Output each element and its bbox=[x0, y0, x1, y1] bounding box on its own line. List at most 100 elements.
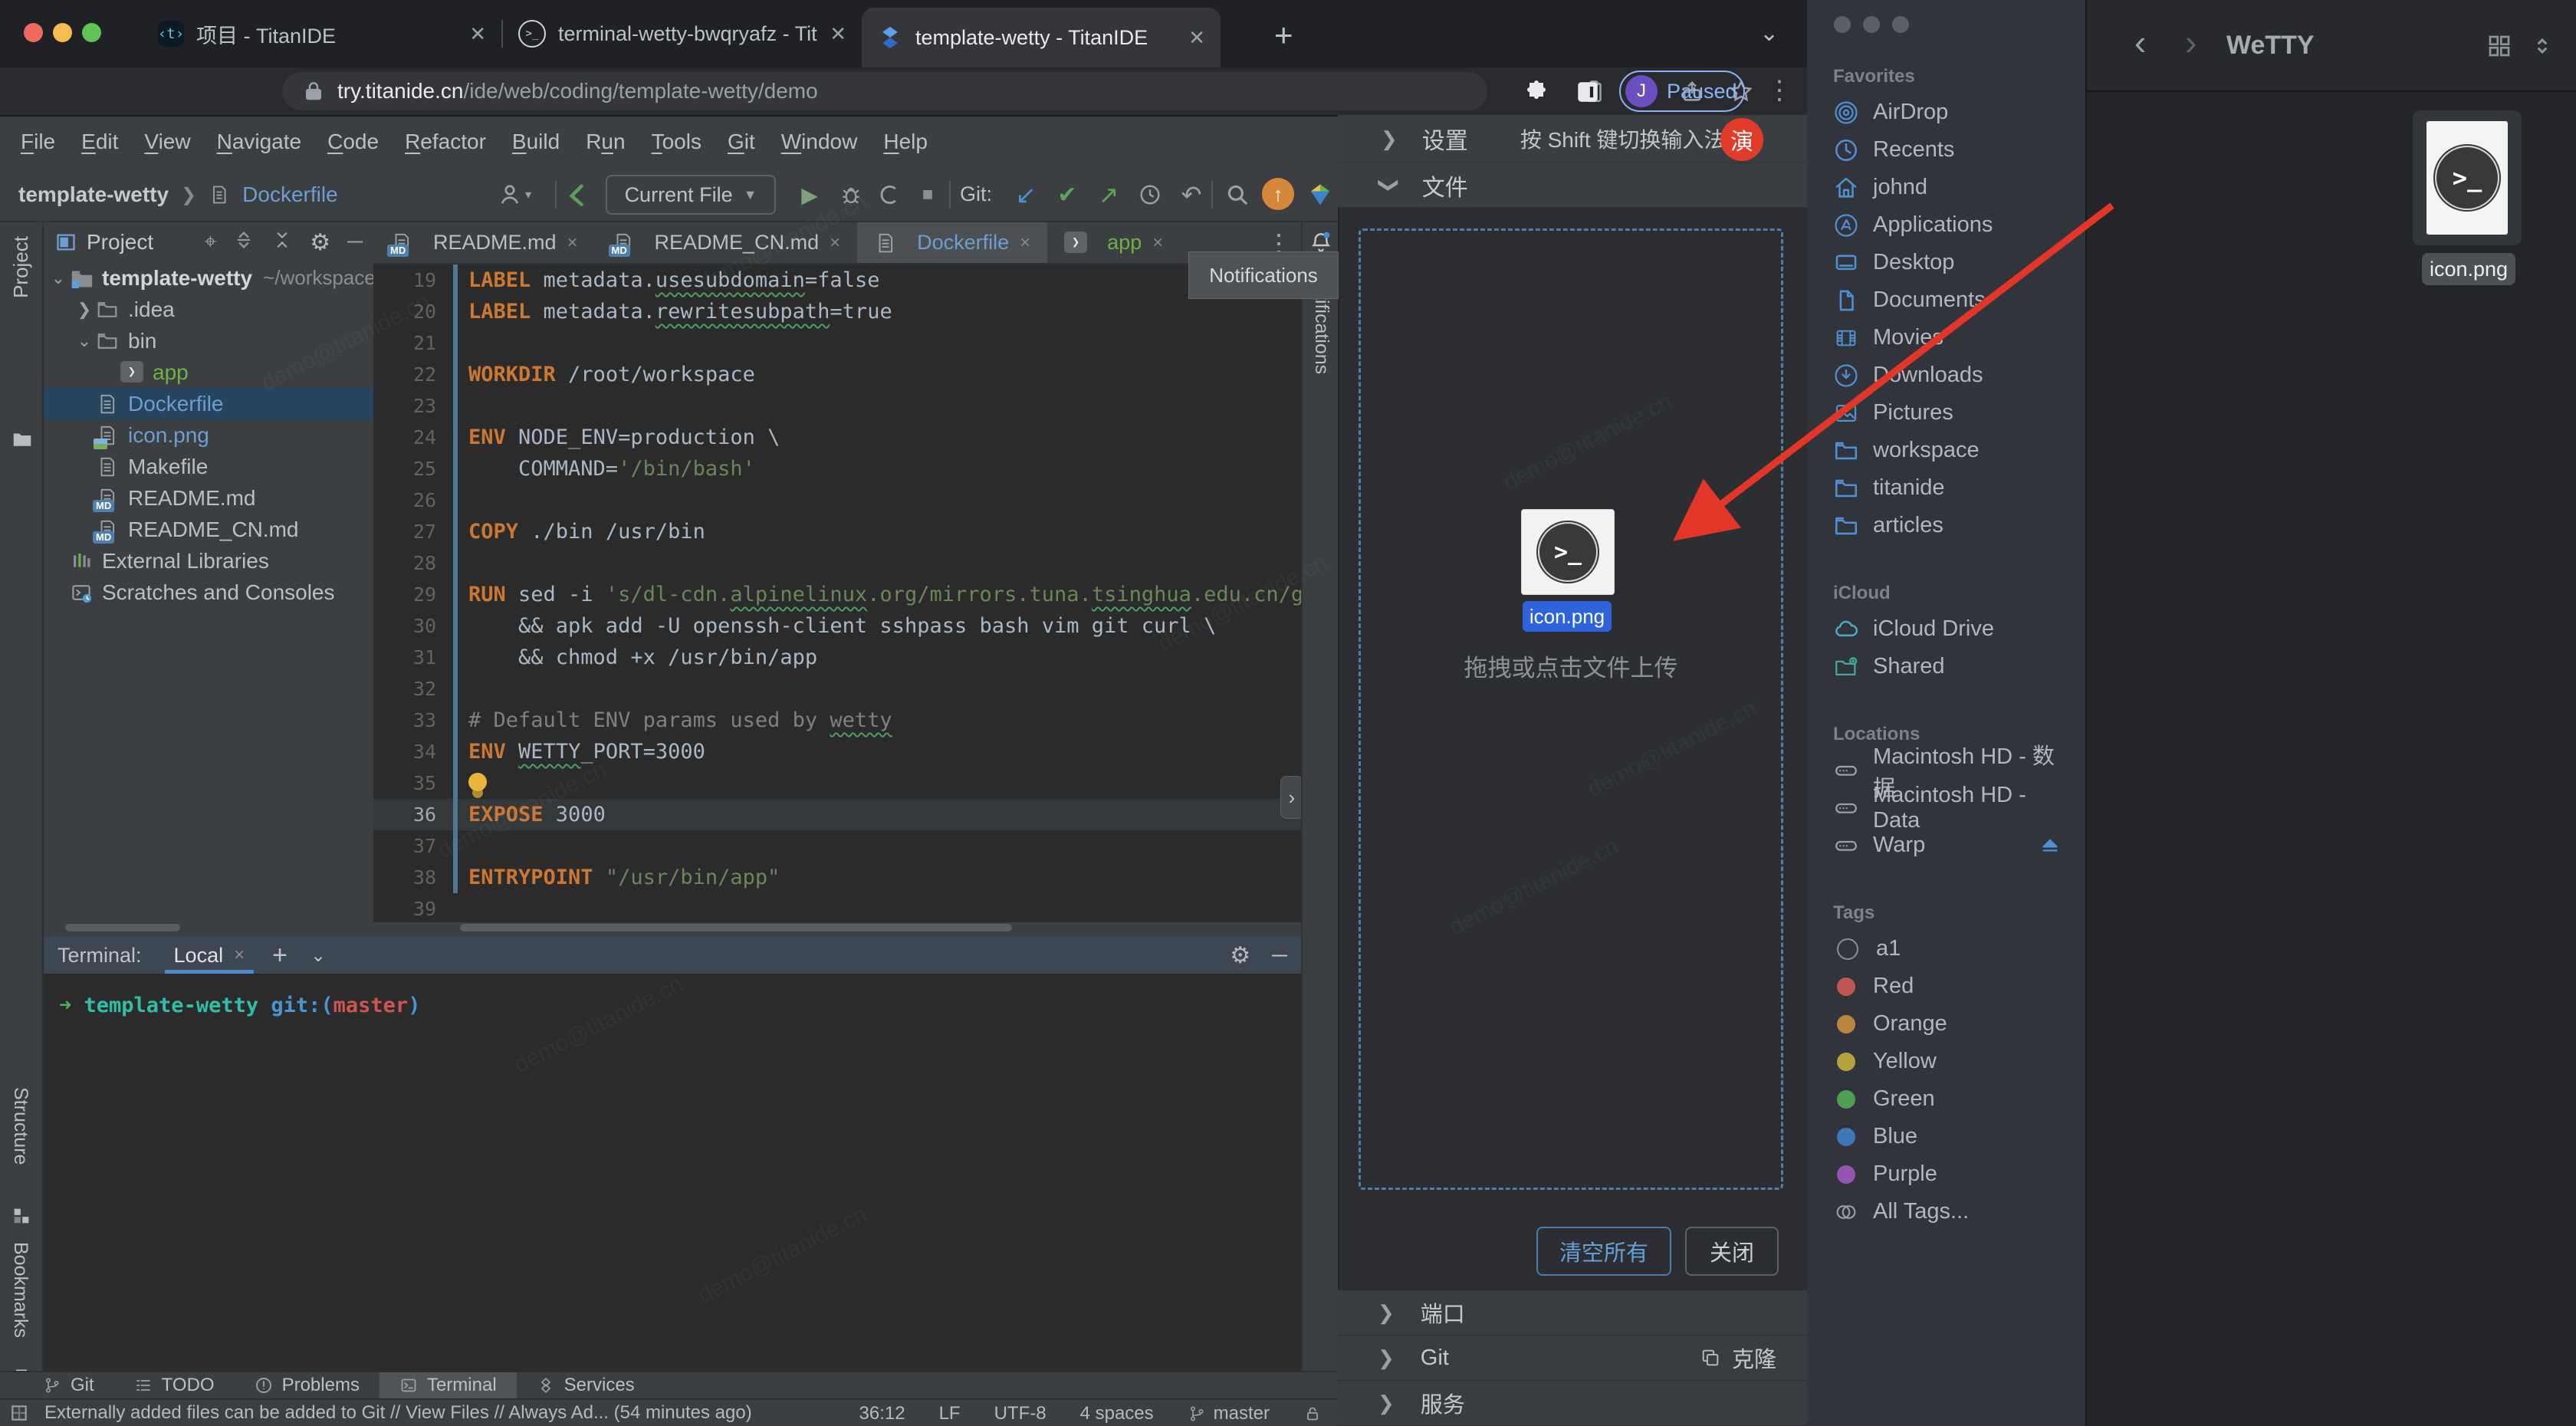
tree-item-scratches-and-consoles[interactable]: Scratches and Consoles bbox=[44, 577, 373, 608]
breadcrumb-project[interactable]: template-wetty bbox=[18, 182, 169, 207]
code-line-33[interactable]: 33# Default ENV params used by wetty bbox=[373, 705, 1301, 736]
close-icon[interactable]: × bbox=[234, 945, 245, 966]
code-line-26[interactable]: 26 bbox=[373, 485, 1301, 516]
menu-code[interactable]: Code bbox=[314, 130, 392, 154]
toolwindow-services[interactable]: Services bbox=[517, 1372, 655, 1398]
window-close-button[interactable] bbox=[24, 23, 43, 42]
tree-item-readme-md[interactable]: MDREADME.md bbox=[44, 482, 373, 514]
sidebar-item-purple[interactable]: Purple bbox=[1833, 1155, 2071, 1193]
tree-item-dockerfile[interactable]: Dockerfile bbox=[44, 388, 373, 419]
file-upload-dropzone[interactable] bbox=[1359, 228, 1783, 1190]
code-line-32[interactable]: 32 bbox=[373, 673, 1301, 705]
toolwindow-git[interactable]: Git bbox=[23, 1372, 114, 1398]
code-line-25[interactable]: 25 COMMAND='/bin/bash' bbox=[373, 453, 1301, 485]
tab-close-icon[interactable]: ✕ bbox=[830, 22, 846, 46]
uploaded-file-thumbnail[interactable]: >_ bbox=[1521, 509, 1615, 595]
sidebar-item-orange[interactable]: Orange bbox=[1833, 1005, 2071, 1043]
tab-close-icon[interactable]: ✕ bbox=[1188, 26, 1205, 50]
menu-window[interactable]: Window bbox=[768, 130, 871, 154]
sidebar-item-desktop[interactable]: Desktop bbox=[1833, 244, 2071, 281]
menu-git[interactable]: Git bbox=[715, 130, 768, 154]
status-line-separator[interactable]: LF bbox=[939, 1403, 961, 1424]
menu-file[interactable]: File bbox=[8, 130, 68, 154]
settings-gear-icon[interactable]: ⚙ bbox=[310, 229, 330, 256]
tree-item-app[interactable]: ❯app bbox=[44, 356, 373, 388]
clear-all-button[interactable]: 清空所有 bbox=[1536, 1227, 1671, 1276]
tree-item-icon-png[interactable]: icon.png bbox=[44, 419, 373, 451]
editor-tab-app[interactable]: ❯app× bbox=[1047, 222, 1180, 263]
sidebar-item-icloud-drive[interactable]: iCloud Drive bbox=[1833, 610, 2071, 648]
tree-chevron-icon[interactable]: ❯ bbox=[73, 300, 96, 320]
hide-panel-icon[interactable]: ─ bbox=[347, 229, 363, 256]
panel-expander-chevron[interactable]: › bbox=[1280, 776, 1303, 819]
section-服务[interactable]: ❯服务 bbox=[1338, 1380, 1807, 1425]
status-git-branch[interactable]: master bbox=[1188, 1403, 1270, 1424]
code-line-35[interactable]: 35 bbox=[373, 767, 1301, 799]
editor-tab-readme-cn-md[interactable]: MDREADME_CN.md× bbox=[595, 222, 858, 263]
finder-close-button[interactable] bbox=[1834, 16, 1851, 33]
clone-button[interactable]: 克隆 bbox=[1700, 1342, 1776, 1374]
sidebar-item-documents[interactable]: Documents bbox=[1833, 281, 2071, 319]
editor-hscrollbar[interactable] bbox=[460, 924, 1012, 932]
sidebar-item-a1[interactable]: a1 bbox=[1833, 930, 2071, 968]
sidebar-item-shared[interactable]: Shared bbox=[1833, 648, 2071, 685]
toolwindow-todo[interactable]: TODO bbox=[114, 1372, 235, 1398]
tab-close-icon[interactable]: × bbox=[1152, 232, 1163, 254]
green-back-arrow-icon[interactable] bbox=[561, 178, 595, 212]
collapse-all-icon[interactable] bbox=[271, 229, 293, 251]
tree-item-template-wetty[interactable]: ⌄template-wetty~/workspace bbox=[44, 262, 373, 294]
finder-back-icon[interactable]: ‹ bbox=[2134, 21, 2146, 63]
sidebar-item-warp[interactable]: Warp bbox=[1833, 826, 2071, 864]
project-folder-icon[interactable] bbox=[10, 428, 34, 451]
profiler-icon[interactable] bbox=[872, 178, 906, 212]
finder-minimize-button[interactable] bbox=[1863, 16, 1880, 33]
update-available-icon[interactable]: ↑ bbox=[1262, 178, 1294, 210]
code-line-30[interactable]: 30 && apk add -U openssh-client sshpass … bbox=[373, 610, 1301, 642]
locate-icon[interactable]: ⌖ bbox=[204, 229, 216, 256]
sidebar-item-pictures[interactable]: Pictures bbox=[1833, 394, 2071, 432]
tab-search-chevron-icon[interactable]: ⌄ bbox=[1760, 20, 1779, 47]
sidebar-item-yellow[interactable]: Yellow bbox=[1833, 1043, 2071, 1080]
tree-chevron-icon[interactable]: ⌄ bbox=[73, 331, 96, 351]
toolwindow-terminal[interactable]: Terminal bbox=[380, 1372, 517, 1398]
code-line-38[interactable]: 38ENTRYPOINT "/usr/bin/app" bbox=[373, 862, 1301, 893]
sidebar-item-titanide[interactable]: titanide bbox=[1833, 469, 2071, 507]
window-zoom-button[interactable] bbox=[82, 23, 101, 42]
finder-zoom-button[interactable] bbox=[1892, 16, 1909, 33]
menu-build[interactable]: Build bbox=[499, 130, 573, 154]
code-line-28[interactable]: 28 bbox=[373, 547, 1301, 579]
sidebar-item-green[interactable]: Green bbox=[1833, 1080, 2071, 1118]
new-terminal-plus-icon[interactable]: + bbox=[272, 941, 288, 971]
status-grid-icon[interactable] bbox=[9, 1403, 29, 1423]
sidebar-toggle-icon[interactable] bbox=[1575, 78, 1601, 106]
status-message[interactable]: Externally added files can be added to G… bbox=[44, 1402, 752, 1424]
terminal-dropdown-chevron-icon[interactable]: ⌄ bbox=[310, 945, 326, 967]
tree-item-readme-cn-md[interactable]: MDREADME_CN.md bbox=[44, 514, 373, 545]
menu-tools[interactable]: Tools bbox=[639, 130, 715, 154]
code-line-20[interactable]: 20LABEL metadata.rewritesubpath=true bbox=[373, 296, 1301, 327]
tree-item--idea[interactable]: ❯.idea bbox=[44, 294, 373, 325]
terminal-output[interactable]: ➜ template-wetty git:(master) bbox=[44, 974, 1301, 1371]
expand-all-icon[interactable] bbox=[233, 229, 255, 251]
section-Git[interactable]: ❯Git克隆 bbox=[1338, 1335, 1807, 1380]
sidebar-item-applications[interactable]: Applications bbox=[1833, 206, 2071, 244]
history-clock-icon[interactable] bbox=[1133, 178, 1167, 212]
browser-tab[interactable]: ‹t›项目 - TitanIDE✕ bbox=[143, 0, 501, 67]
sidebar-item-macintosh-hd-data[interactable]: Macintosh HD - Data bbox=[1833, 789, 2071, 826]
debug-bug-icon[interactable] bbox=[834, 178, 868, 212]
code-line-23[interactable]: 23 bbox=[373, 390, 1301, 422]
code-line-31[interactable]: 31 && chmod +x /usr/bin/app bbox=[373, 642, 1301, 673]
tab-close-icon[interactable]: × bbox=[1020, 232, 1030, 254]
code-line-19[interactable]: 19LABEL metadata.usesubdomain=false bbox=[373, 264, 1301, 296]
sort-chevrons-icon[interactable] bbox=[2530, 34, 2555, 58]
code-line-21[interactable]: 21 bbox=[373, 327, 1301, 359]
toolwindow-problems[interactable]: Problems bbox=[235, 1372, 380, 1398]
search-icon[interactable] bbox=[1221, 178, 1254, 212]
code-line-34[interactable]: 34ENV WETTY_PORT=3000 bbox=[373, 736, 1301, 767]
sidebar-item-all-tags-[interactable]: All Tags... bbox=[1833, 1193, 2071, 1230]
tab-close-icon[interactable]: ✕ bbox=[469, 22, 486, 46]
tab-close-icon[interactable]: × bbox=[830, 232, 840, 254]
browser-tab[interactable]: >_terminal-wetty-bwqryafz - Tita✕ bbox=[503, 0, 862, 67]
menu-help[interactable]: Help bbox=[870, 130, 941, 154]
sidebar-item-red[interactable]: Red bbox=[1833, 968, 2071, 1005]
